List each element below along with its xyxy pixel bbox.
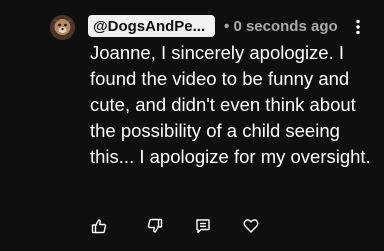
more-options-icon[interactable] xyxy=(352,15,364,39)
separator-dot: • xyxy=(224,17,230,35)
comment-meta: • 0 seconds ago xyxy=(224,18,338,35)
avatar[interactable] xyxy=(50,15,75,40)
heart-icon[interactable] xyxy=(242,217,260,235)
reply-icon[interactable] xyxy=(194,217,212,235)
timestamp: 0 seconds ago xyxy=(233,17,338,35)
comment-item: @DogsAndPe... • 0 seconds ago Joanne, I … xyxy=(0,0,384,251)
comment-actions xyxy=(90,217,290,235)
comment-header: @DogsAndPe... • 0 seconds ago xyxy=(88,13,338,39)
comment-text: Joanne, I sincerely apologize. I found t… xyxy=(90,42,371,167)
thumbs-down-icon[interactable] xyxy=(146,217,164,235)
author-name[interactable]: @DogsAndPe... xyxy=(88,15,215,37)
thumbs-up-icon[interactable] xyxy=(90,217,108,235)
